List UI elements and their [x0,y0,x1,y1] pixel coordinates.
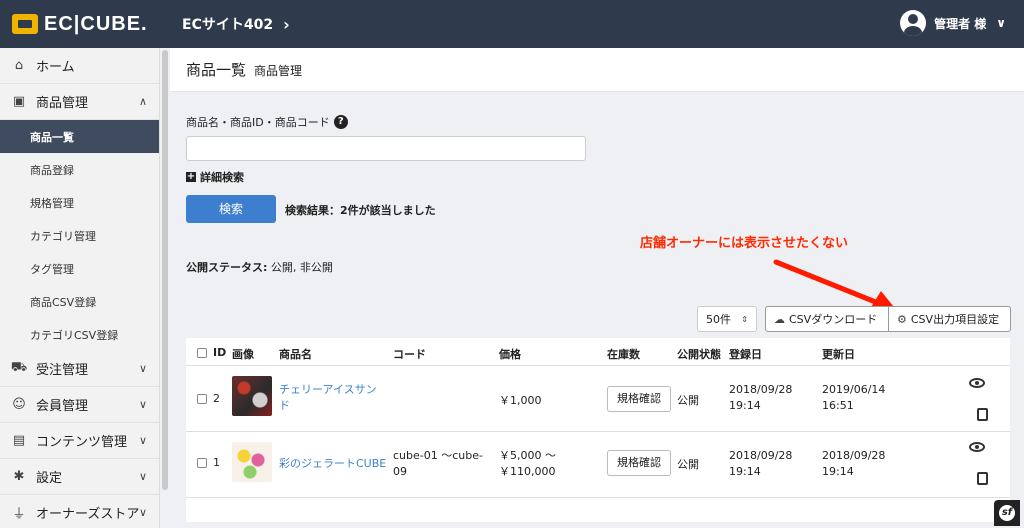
th-price[interactable]: 価格 [499,346,521,362]
per-page-value: 50件 [706,313,731,326]
price-line: ￥5,000 〜 [499,449,556,462]
table-row: 2 チェリーアイスサン ド ￥1,000 規格確認 公開 2018/09/28 … [186,366,1010,432]
symfony-logo: sf [999,505,1015,521]
row-updated: 2019/06/14 16:51 [822,382,885,414]
symfony-toolbar-icon[interactable]: sf [994,500,1020,526]
per-page-select[interactable]: 50件 ⇕ [697,306,757,332]
created-date: 2018/09/28 [729,383,793,396]
th-created[interactable]: 登録日 [729,346,762,362]
copy-icon-shape [974,405,989,422]
stock-check-button[interactable]: 規格確認 [607,386,671,412]
csv-settings-label: CSV出力項目設定 [910,313,1000,326]
row-status: 公開 [677,458,699,471]
product-image[interactable] [232,376,272,416]
product-name-link[interactable]: 彩のジェラートCUBE [279,456,386,472]
updated-time: 19:14 [822,465,854,478]
copy-icon[interactable] [973,468,991,488]
created-time: 19:14 [729,399,761,412]
stock-check-button[interactable]: 規格確認 [607,450,671,476]
select-arrows-icon: ⇕ [741,314,748,324]
th-stock[interactable]: 在庫数 [607,346,640,362]
preview-eye-icon[interactable] [969,442,985,452]
preview-eye-icon[interactable] [969,378,985,388]
created-time: 19:14 [729,465,761,478]
product-name-line: 彩のジェラートCUBE [279,457,387,470]
row-checkbox[interactable] [197,394,207,404]
row-id: 2 [213,392,220,405]
th-image: 画像 [232,348,254,361]
row-updated: 2018/09/28 19:14 [822,448,885,480]
updated-date: 2018/09/28 [822,449,886,462]
csv-button-group: ☁ CSVダウンロード ⚙ CSV出力項目設定 [765,306,1011,332]
row-id: 1 [213,456,220,469]
created-date: 2018/09/28 [729,449,793,462]
th-name[interactable]: 商品名 [279,346,312,362]
product-image[interactable] [232,442,272,482]
gear-icon: ⚙ [897,312,907,326]
table-row: 1 彩のジェラートCUBE cube-01 〜cube- 09 ￥5,000 〜… [186,432,1010,498]
updated-date: 2019/06/14 [822,383,886,396]
copy-icon-shape [974,469,989,486]
row-price: ￥5,000 〜 ￥110,000 [499,448,556,480]
th-code[interactable]: コード [393,346,426,362]
csv-settings-button[interactable]: ⚙ CSV出力項目設定 [889,306,1011,332]
row-status: 公開 [677,394,699,407]
updated-time: 16:51 [822,399,854,412]
csv-download-label: CSVダウンロード [789,313,878,326]
row-created: 2018/09/28 19:14 [729,448,792,480]
price-line: ￥110,000 [499,465,556,478]
code-line: 09 [393,465,407,478]
th-updated[interactable]: 更新日 [822,346,855,362]
table-header-row: ID 画像 商品名 コード 価格 在庫数 公開状態 登録日 更新日 [186,338,1010,366]
row-checkbox[interactable] [197,458,207,468]
row-code: cube-01 〜cube- 09 [393,448,483,480]
th-id[interactable]: ID [213,346,226,359]
product-name-line: ド [279,399,290,412]
product-name-line: チェリーアイスサン [279,383,377,396]
copy-icon[interactable] [973,404,991,424]
product-name-link[interactable]: チェリーアイスサン ド [279,382,377,414]
csv-download-button[interactable]: ☁ CSVダウンロード [765,306,889,332]
code-line: cube-01 〜cube- [393,449,483,462]
product-table: ID 画像 商品名 コード 価格 在庫数 公開状態 登録日 更新日 2 チェリー… [186,338,1010,522]
select-all-checkbox[interactable] [197,348,207,358]
th-status[interactable]: 公開状態 [677,346,721,362]
cloud-download-icon: ☁ [774,312,785,326]
row-price: ￥1,000 [499,394,542,407]
row-created: 2018/09/28 19:14 [729,382,792,414]
